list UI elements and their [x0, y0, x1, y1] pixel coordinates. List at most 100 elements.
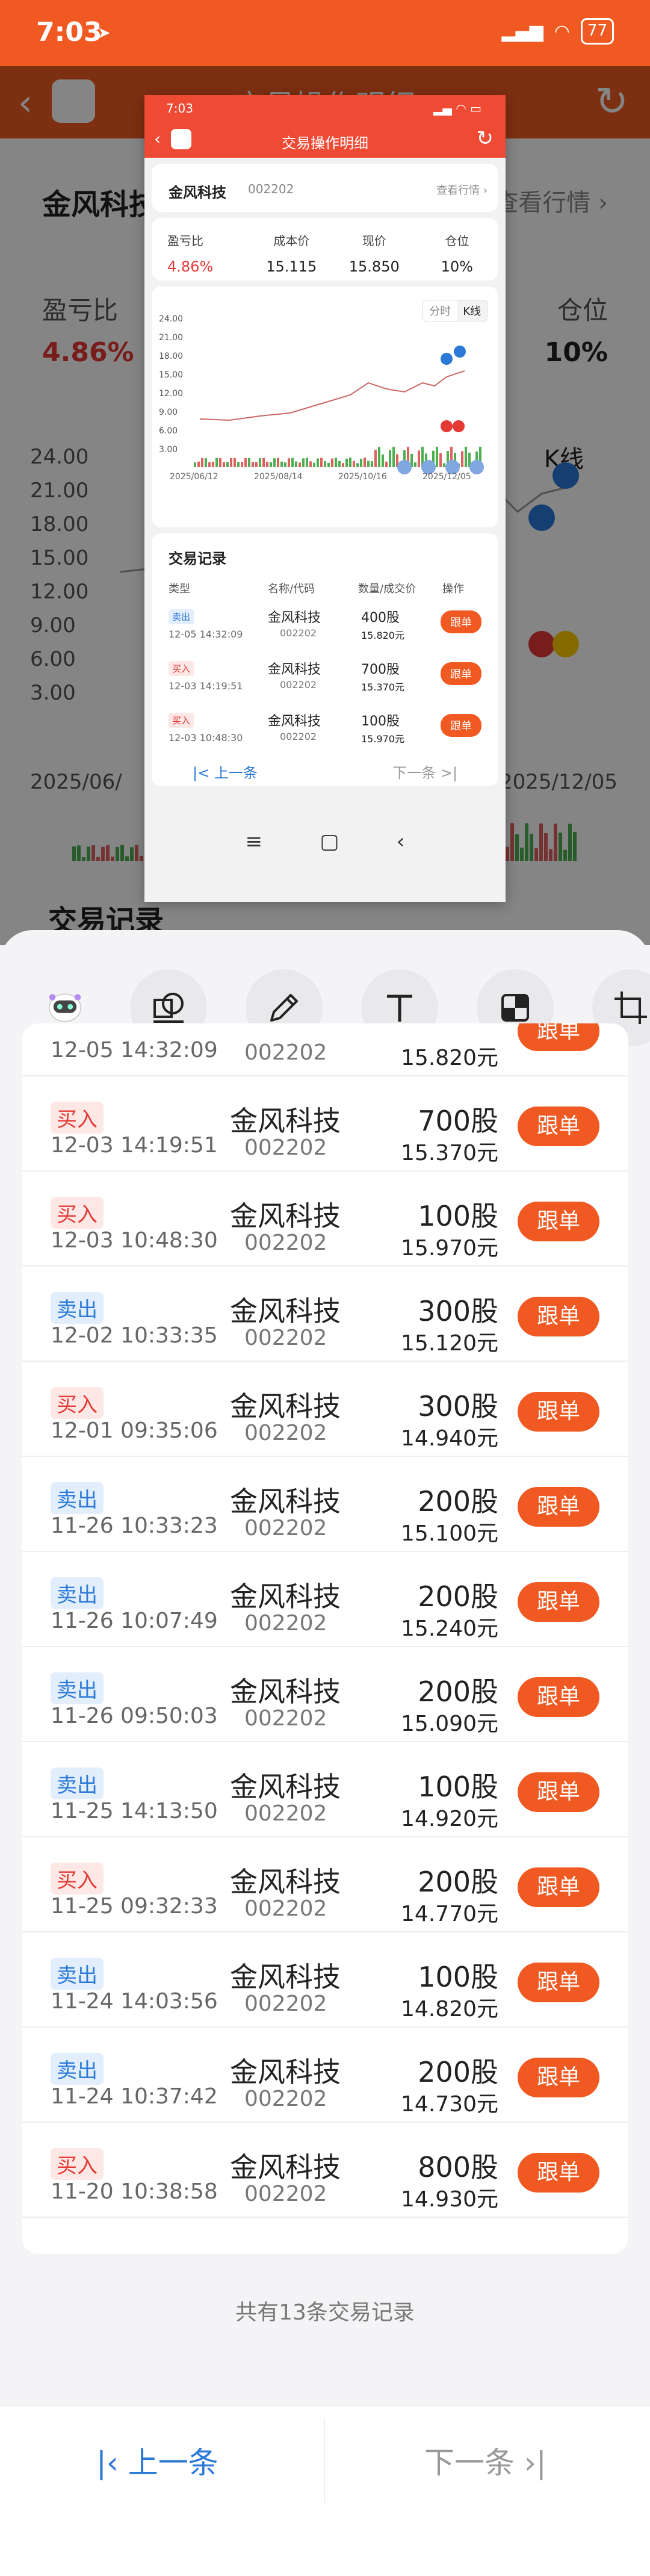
volume-bar: [338, 461, 341, 467]
volume-bar: [317, 458, 319, 467]
next-record-button[interactable]: 下一条 ›|: [424, 2439, 546, 2482]
type-badge: 卖出: [51, 2053, 104, 2085]
volume-bar: [389, 450, 391, 467]
record-name: 金风科技: [230, 1961, 341, 1993]
record-time: 11-26 10:07:49: [51, 1609, 218, 1633]
preview-stat-value: 15.115: [266, 258, 317, 275]
record-qty: 200股: [418, 1675, 498, 1708]
follow-button[interactable]: 跟单: [518, 2153, 599, 2193]
follow-button[interactable]: 跟单: [518, 1487, 599, 1527]
volume-bar: [277, 458, 279, 467]
volume-bar: [252, 462, 254, 467]
preview-time-cell: 12-03 14:19:51: [169, 680, 243, 692]
type-badge: 卖出: [51, 1482, 104, 1514]
preview-refresh-icon: ↻: [476, 126, 494, 151]
follow-button[interactable]: 跟单: [518, 1392, 599, 1432]
record-name: 金风科技: [230, 1295, 341, 1327]
record-time: 11-26 09:50:03: [51, 1704, 218, 1728]
status-time: 7:03: [36, 17, 102, 48]
record-code: 002202: [244, 1991, 327, 2016]
record-time: 11-25 14:13:50: [51, 1799, 218, 1823]
volume-bar: [259, 458, 261, 467]
record-qty: 200股: [418, 1485, 498, 1518]
preview-price-cell: 15.370元: [361, 681, 404, 693]
table-row: 卖出 11-26 09:50:03 金风科技 002202 200股 15.090元 跟单: [22, 1647, 628, 1742]
volume-bar: [378, 447, 380, 467]
preview-nav-bar: ≡ ▢ ‹: [144, 812, 506, 872]
record-name: 金风科技: [230, 1200, 341, 1232]
location-icon: ➤: [98, 24, 111, 42]
record-code: 002202: [244, 1516, 327, 1541]
volume-bar: [374, 450, 377, 467]
volume-bar: [234, 458, 236, 467]
preview-stat-label: 仓位: [445, 234, 469, 248]
record-time: 11-26 10:33:23: [51, 1513, 218, 1538]
prev-label: 上一条: [128, 2445, 218, 2480]
volume-bar: [197, 461, 200, 467]
record-code: 002202: [244, 1135, 327, 1160]
volume-bar: [302, 458, 305, 467]
record-price: 14.940元: [401, 1426, 498, 1451]
record-qty: 800股: [418, 2151, 498, 2183]
follow-button[interactable]: 跟单: [518, 1106, 599, 1146]
record-time: 12-03 10:48:30: [51, 1228, 218, 1253]
status-icons: ▂▄▆ ◠ 77: [502, 18, 614, 45]
record-qty: 200股: [418, 1580, 498, 1613]
record-code: 002202: [244, 1896, 327, 1921]
follow-button[interactable]: 跟单: [518, 1772, 599, 1812]
record-qty: 300股: [418, 1295, 498, 1327]
volume-bar: [306, 458, 308, 467]
preview-stock-code: 002202: [248, 182, 294, 196]
follow-button[interactable]: 跟单: [518, 1297, 599, 1336]
table-row: 买入 12-03 14:19:51 金风科技 002202 700股 15.370元 跟单: [22, 1076, 628, 1172]
record-name: 金风科技: [230, 2151, 341, 2183]
volume-bar: [212, 461, 214, 467]
type-badge: 买入: [51, 1197, 104, 1229]
follow-button[interactable]: 跟单: [518, 1867, 599, 1907]
volume-bar: [241, 462, 243, 467]
preview-columns: 类型 名称/代码 数量/成交价 操作: [169, 580, 481, 596]
prev-record-button[interactable]: |‹ 上一条: [96, 2439, 218, 2482]
preview-header: ‹ 交易操作明细 ↻: [144, 120, 506, 158]
first-icon: |‹: [96, 2445, 119, 2480]
volume-bar: [284, 462, 286, 467]
follow-button[interactable]: 跟单: [518, 1202, 599, 1241]
volume-bar: [443, 463, 445, 467]
preview-price-cell: 15.820元: [361, 630, 404, 641]
preview-follow-button: 跟单: [441, 610, 481, 633]
preview-x-tick: 2025/06/12: [170, 472, 218, 482]
follow-button[interactable]: 跟单: [518, 1963, 599, 2002]
preview-home-icon: ▢: [320, 830, 339, 854]
preview-x-tick: 2025/12/05: [422, 472, 471, 482]
record-code: 002202: [244, 1326, 327, 1350]
volume-bar: [392, 447, 395, 467]
record-price: 15.820元: [401, 1046, 498, 1070]
volume-bar: [439, 453, 442, 467]
preview-sell-marker: [441, 353, 453, 365]
signal-icon: ▂▄▆: [501, 20, 543, 42]
record-price: 14.920元: [401, 1807, 498, 1831]
follow-button[interactable]: 跟单: [518, 1582, 599, 1622]
record-name: 金风科技: [230, 1866, 341, 1898]
preview-qty-cell: 400股: [361, 610, 400, 625]
preview-stat: 现价 15.850: [333, 218, 416, 281]
volume-bar: [255, 462, 258, 467]
type-badge: 买入: [51, 1863, 104, 1895]
y-tick-label: 24.00: [159, 314, 183, 324]
follow-button[interactable]: 跟单: [518, 2058, 599, 2097]
follow-button[interactable]: 跟单: [518, 1677, 599, 1717]
record-price: 15.240元: [401, 1616, 498, 1641]
volume-bar: [327, 462, 330, 467]
type-badge: 买入: [51, 1387, 104, 1419]
volume-bar: [320, 458, 323, 467]
preview-record-row: 买入 12-03 14:19:51 金风科技 002202 700股 15.37…: [169, 656, 481, 708]
preview-column: 类型: [169, 583, 190, 595]
follow-button[interactable]: 跟单: [518, 1023, 599, 1051]
record-qty: 100股: [418, 1771, 498, 1803]
preview-menu-icon: ≡: [245, 830, 263, 854]
record-price: 14.820元: [401, 1997, 498, 2022]
volume-bar: [371, 461, 373, 467]
volume-bar: [349, 458, 351, 467]
screenshot-preview[interactable]: 7:03 ▂▄ ◠ ▭ ‹ 交易操作明细 ↻ 金风科技 002202 查看行情 …: [144, 95, 506, 902]
preview-next-button: 下一条 >|: [392, 765, 457, 781]
